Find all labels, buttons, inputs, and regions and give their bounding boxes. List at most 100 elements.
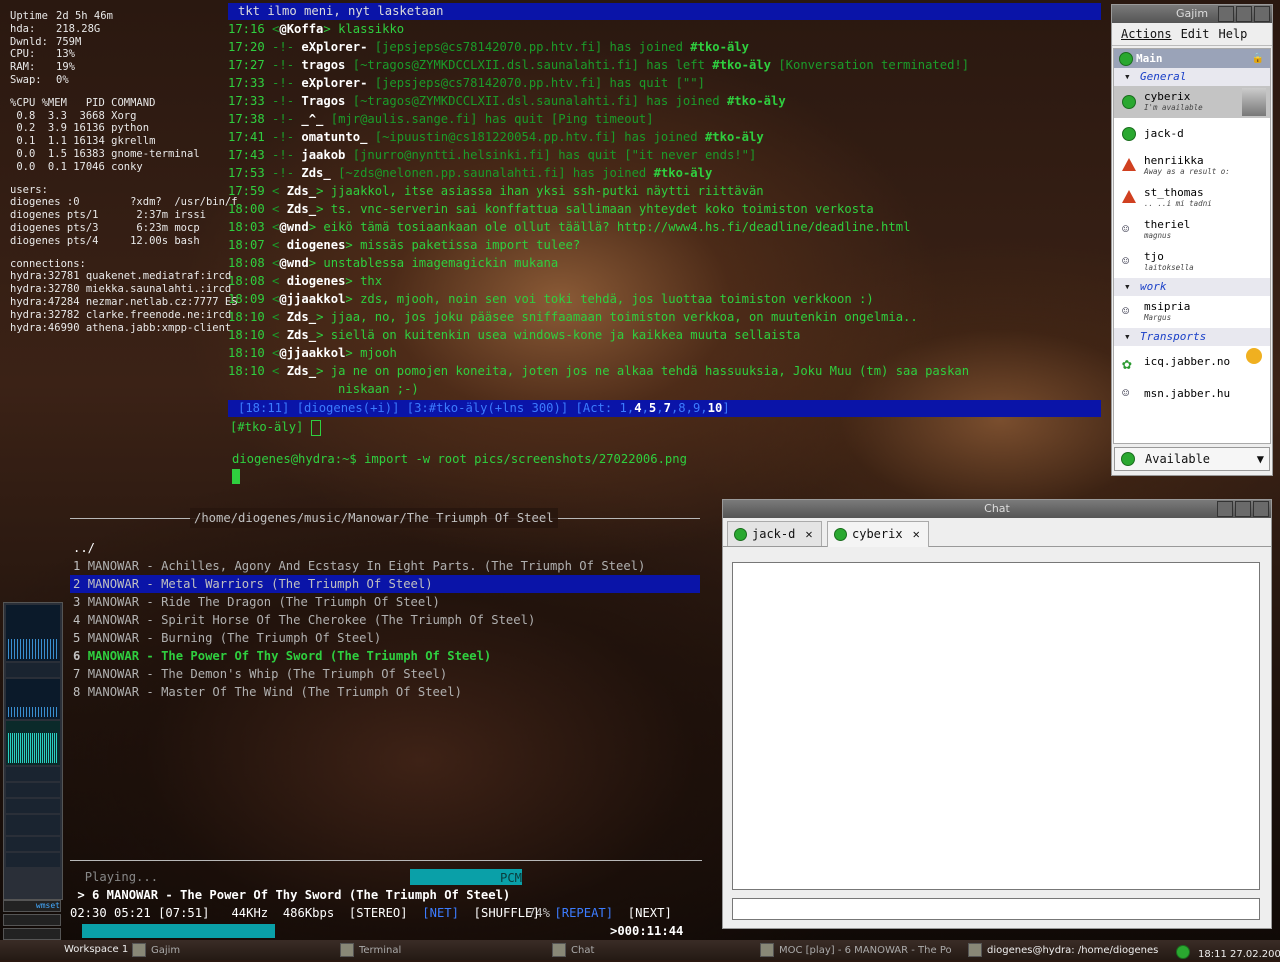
playlist-item[interactable]: 3 MANOWAR - Ride The Dragon (The Triumph… [70, 593, 700, 611]
wmset-dock[interactable]: wmset [3, 900, 61, 940]
online-icon [1176, 945, 1190, 959]
offline-person-icon: ☺ [1122, 222, 1130, 236]
irc-window[interactable]: tkt ilmo meni, nyt lasketaan 17:16 <@Kof… [228, 3, 1101, 436]
roster-list[interactable]: Main 🔒 General cyberixI'm available jack-d he… [1113, 48, 1271, 444]
contact-msipria[interactable]: ☺ msipria Margus [1114, 296, 1270, 328]
tab-jack-d[interactable]: jack-d ✕ [727, 521, 822, 546]
irc-line: 17:33 -!- eXplorer- [jepsjeps@cs78142070… [228, 74, 1101, 92]
close-icon[interactable]: ✕ [805, 527, 812, 541]
irc-nick: _^_ [301, 112, 324, 126]
track-title: - Master Of The Wind (The Triumph Of Ste… [139, 685, 462, 699]
irc-line: 18:08 < diogenes> thx [228, 272, 1101, 290]
task-gajim[interactable]: Gajim [132, 943, 180, 957]
irc-tail: [Konversation terminated!] [770, 58, 970, 72]
roster-group-general[interactable]: General [1114, 68, 1270, 86]
track-number: 5 [73, 631, 81, 645]
irc-time: 17:33 [228, 76, 265, 90]
moc-progress-bar[interactable] [82, 924, 275, 938]
workspace-label[interactable]: Workspace 1 [64, 943, 128, 957]
contact-msn-jabber-hu[interactable]: ☺ msn.jabber.hu [1114, 378, 1270, 410]
terminal-icon [340, 943, 354, 957]
away-icon [1122, 190, 1136, 203]
irc-post: > eikö tämä tosiaankaan ole ollut täällä… [308, 220, 911, 234]
chat-message-input[interactable] [732, 898, 1260, 920]
maximize-button[interactable] [1236, 6, 1252, 22]
conky-stat: hda: 218.28G [10, 23, 238, 36]
contact-cyberix[interactable]: cyberix I'm available [1114, 86, 1270, 118]
contact-name: msipria [1144, 300, 1191, 313]
moc-updir[interactable]: ../ [70, 539, 700, 557]
maximize-button[interactable] [1235, 501, 1251, 517]
playlist-item[interactable]: 5 MANOWAR - Burning (The Triumph Of Stee… [70, 629, 700, 647]
menu-edit[interactable]: Edit [1181, 27, 1210, 41]
conky-stat-value: 2d 5h 46m [56, 10, 113, 22]
irc-post: [jnurro@nyntti.helsinki.fi] has quit ["i… [345, 148, 757, 162]
irc-pre: < [264, 328, 287, 342]
disk-graph [6, 679, 60, 719]
irc-nick: omatunto_ [301, 130, 368, 144]
irc-post: [~tragos@ZYMKDCCLXII.dsl.saunalahti.fi] … [345, 94, 727, 108]
chat-window[interactable]: Chat jack-d ✕ cyberix ✕ [722, 499, 1272, 929]
tab-cyberix[interactable]: cyberix ✕ [827, 521, 929, 547]
conky-monitor: Uptime 2d 5h 46m hda: 218.28G Dwnld: 759M CPU:… [10, 10, 238, 334]
conky-conn-header: connections: [10, 257, 86, 270]
shell-terminal[interactable]: diogenes@hydra:~$ import -w root pics/sc… [232, 452, 687, 487]
taskbar: Workspace 1 Gajim Terminal Chat MOC [pla… [0, 940, 1280, 960]
playlist-item[interactable]: 7 MANOWAR - The Demon's Whip (The Triump… [70, 665, 700, 683]
playlist-item[interactable]: 6 MANOWAR - The Power Of Thy Sword (The … [70, 647, 700, 665]
minimize-button[interactable] [1217, 501, 1233, 517]
contact-st-thomas[interactable]: st_thomas.. ..i mi tadni [1114, 182, 1270, 214]
conky-stat: Uptime 2d 5h 46m [10, 10, 238, 23]
track-artist: MANOWAR [87, 667, 140, 681]
clock[interactable]: 18:11 27.02.2006 [1176, 943, 1280, 960]
irc-pre: < [264, 346, 280, 360]
close-button[interactable] [1253, 501, 1269, 517]
irc-post: > ja ne on pomojen koneita, joten jos ne… [316, 364, 970, 378]
irc-time: 17:33 [228, 94, 265, 108]
contact-tjo[interactable]: ☺ tjo laitoksella [1114, 246, 1270, 278]
roster-group-transports[interactable]: Transports [1114, 328, 1270, 346]
irc-line: 17:41 -!- omatunto_ [~ipuustin@cs1812200… [228, 128, 1101, 146]
cpu-graph [6, 605, 60, 661]
playlist-item[interactable]: 4 MANOWAR - Spirit Horse Of The Cherokee… [70, 611, 700, 629]
contact-theriel[interactable]: ☺ theriel magnus [1114, 214, 1270, 246]
roster-group-work[interactable]: work [1114, 278, 1270, 296]
track-number: 8 [73, 685, 81, 699]
irc-pre: -!- [264, 94, 302, 108]
menu-help[interactable]: Help [1218, 27, 1247, 41]
contact-status: Margus [1144, 313, 1172, 322]
playlist-item[interactable]: 2 MANOWAR - Metal Warriors (The Triumph … [70, 575, 700, 593]
task-terminal[interactable]: Terminal [340, 943, 401, 957]
contact-jack-d[interactable]: jack-d [1114, 118, 1270, 150]
playlist-item[interactable]: 1 MANOWAR - Achilles, Agony And Ecstasy … [70, 557, 700, 575]
gajim-window[interactable]: Gajim Actions Edit Help Main 🔒 General cyberi… [1111, 4, 1273, 476]
irc-topic: tkt ilmo meni, nyt lasketaan [228, 3, 1101, 20]
minimize-button[interactable] [1218, 6, 1234, 22]
task-shell[interactable]: diogenes@hydra: /home/diogenes [968, 943, 1158, 957]
chat-tabs: jack-d ✕ cyberix ✕ [723, 518, 1271, 547]
contact-henriikka[interactable]: henriikka Away as a result o: [1114, 150, 1270, 182]
chat-titlebar[interactable]: Chat [723, 500, 1271, 518]
track-artist: MANOWAR [87, 649, 140, 663]
close-button[interactable] [1254, 6, 1270, 22]
close-icon[interactable]: ✕ [913, 527, 920, 541]
track-artist: MANOWAR [87, 577, 140, 591]
pcm-volume-bar[interactable]: PCM [410, 869, 522, 885]
irc-input[interactable]: [#tko-äly] [228, 418, 1101, 436]
irc-time: 18:10 [228, 364, 265, 378]
irc-chan: #tko-äly [704, 130, 764, 144]
conky-proc: 0.0 0.1 17046 conky [10, 160, 143, 173]
irc-time: 18:07 [228, 238, 265, 252]
task-chat[interactable]: Chat [552, 943, 594, 957]
task-moc[interactable]: MOC [play] - 6 MANOWAR - The Po [760, 943, 952, 957]
menu-actions[interactable]: Actions [1121, 27, 1172, 41]
irc-time: 17:59 [228, 184, 265, 198]
roster-account[interactable]: Main 🔒 [1114, 49, 1270, 68]
contact-icq-jabber-no[interactable]: ✿ icq.jabber.no [1114, 346, 1270, 378]
conky-proc: 0.8 3.3 3668 Xorg [10, 109, 137, 122]
gajim-titlebar[interactable]: Gajim [1112, 5, 1272, 23]
online-icon [1121, 452, 1135, 466]
status-selector[interactable]: Available ▼ [1114, 447, 1270, 471]
conky-users-header: users: [10, 183, 48, 196]
playlist-item[interactable]: 8 MANOWAR - Master Of The Wind (The Triu… [70, 683, 700, 701]
